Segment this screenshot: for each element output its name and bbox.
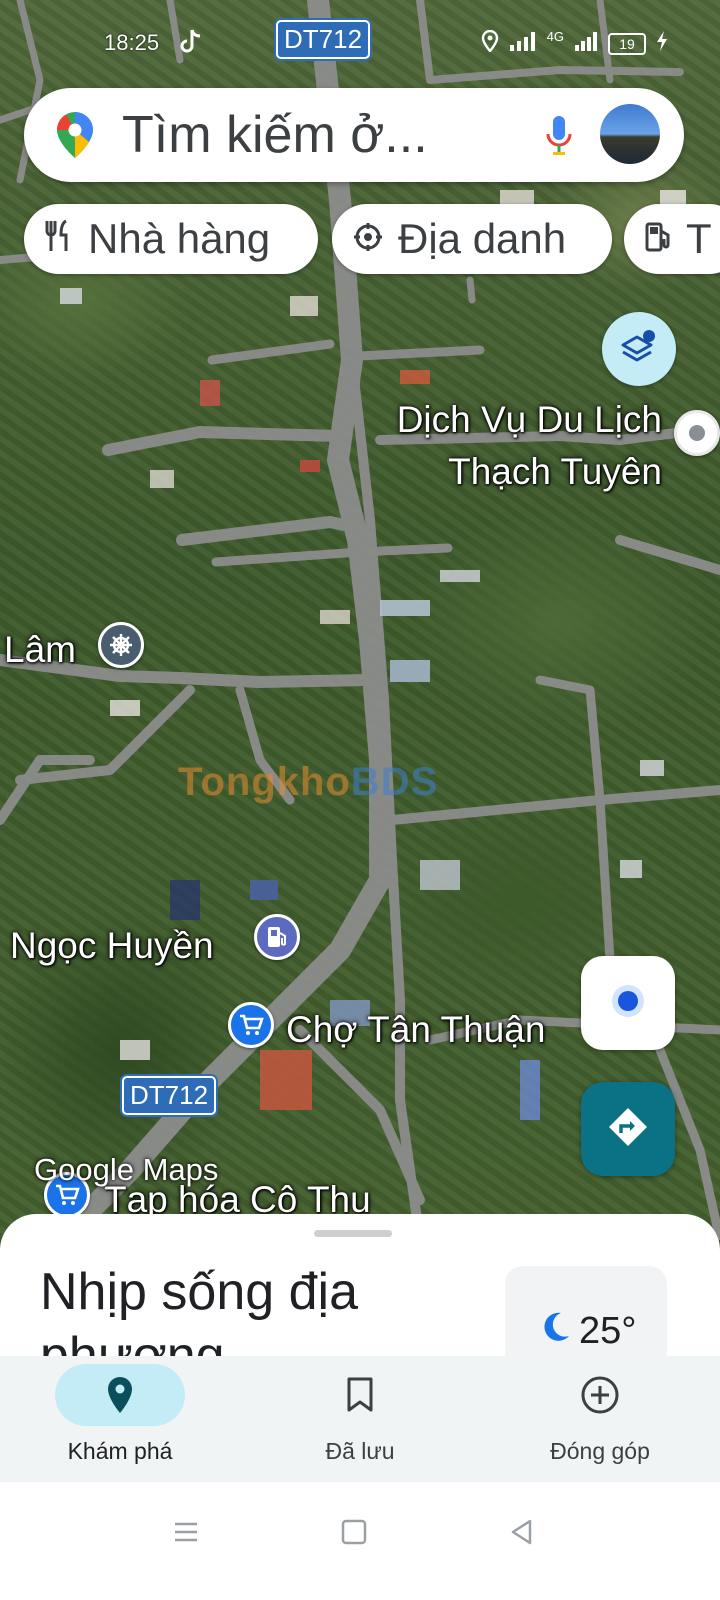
bookmark-icon [295,1364,425,1426]
gas-station-icon [644,215,672,263]
gas-station-pin-icon[interactable] [254,914,300,960]
layers-button[interactable] [602,312,676,386]
layers-icon [619,327,659,372]
road-network [0,0,720,1240]
chip-label: Nhà hàng [88,215,271,262]
directions-icon [606,1105,650,1154]
chip-restaurants[interactable]: Nhà hàng [24,204,318,274]
restaurant-icon [44,215,74,263]
nav-label: Khám phá [67,1438,173,1464]
nav-item-saved[interactable]: Đã lưu [240,1356,480,1482]
place-label-lam[interactable]: Lâm [4,628,76,672]
place-label-ngoc-huyen[interactable]: Ngọc Huyền [10,924,214,968]
bottom-nav: Khám phá Đã lưu Đóng góp [0,1356,720,1482]
nav-label: Đóng góp [550,1438,650,1464]
search-input[interactable] [122,104,502,166]
my-location-icon [608,981,648,1026]
attraction-pin-icon[interactable] [98,622,144,668]
directions-button[interactable] [581,1082,675,1176]
road-shield: DT712 [122,1076,217,1115]
tiktok-icon [180,28,202,60]
battery-icon: 19 [608,33,646,55]
system-navigation-bar [0,1482,720,1600]
sheet-drag-handle[interactable] [314,1230,392,1237]
nav-item-contribute[interactable]: Đóng góp [480,1356,720,1482]
shopping-pin-icon[interactable] [228,1002,274,1048]
map-view[interactable]: DT712 DT712 Dịch Vụ Du Lịch Thạch Tuyên … [0,0,720,1240]
moon-icon [539,1310,571,1349]
google-maps-logo: Google Maps [34,1152,219,1187]
place-label-tour-service[interactable]: Dịch Vụ Du Lịch Thạch Tuyên [362,394,662,498]
map-pin-icon[interactable] [674,410,720,456]
add-circle-icon [535,1364,665,1426]
watermark: TongkhoBDS [178,760,439,804]
network-type: 4G [546,28,564,44]
chip-label: Địa danh [398,215,567,262]
bottom-sheet[interactable]: Nhịp sống địa phương 25° [0,1214,720,1374]
chip-gas[interactable]: T [624,204,720,274]
status-time: 18:25 [104,30,160,55]
nav-label: Đã lưu [325,1438,395,1464]
charging-icon [656,30,668,58]
my-location-button[interactable] [581,956,675,1050]
chip-landmarks[interactable]: Địa danh [332,204,612,274]
explore-pin-icon [55,1364,185,1426]
chip-label: T [686,215,712,262]
mic-icon[interactable] [544,114,574,161]
nav-item-explore[interactable]: Khám phá [0,1356,240,1482]
search-bar[interactable] [24,88,684,182]
back-icon[interactable] [508,1518,536,1551]
menu-icon[interactable] [172,1518,200,1551]
signal-icon [574,30,598,58]
landmark-icon [352,215,384,263]
google-maps-pin-icon [54,110,96,165]
place-label-cho-tan-thuan[interactable]: Chợ Tân Thuận [286,1008,545,1052]
avatar[interactable] [600,104,660,164]
status-bar: 18:25 4G 19 [0,0,720,80]
location-status-icon [481,29,499,58]
weather-temperature: 25° [579,1310,637,1352]
home-icon[interactable] [340,1518,368,1551]
category-chips: Nhà hàng Địa danh T [24,204,720,274]
battery-level: 19 [619,36,635,52]
signal-icon [509,30,537,58]
